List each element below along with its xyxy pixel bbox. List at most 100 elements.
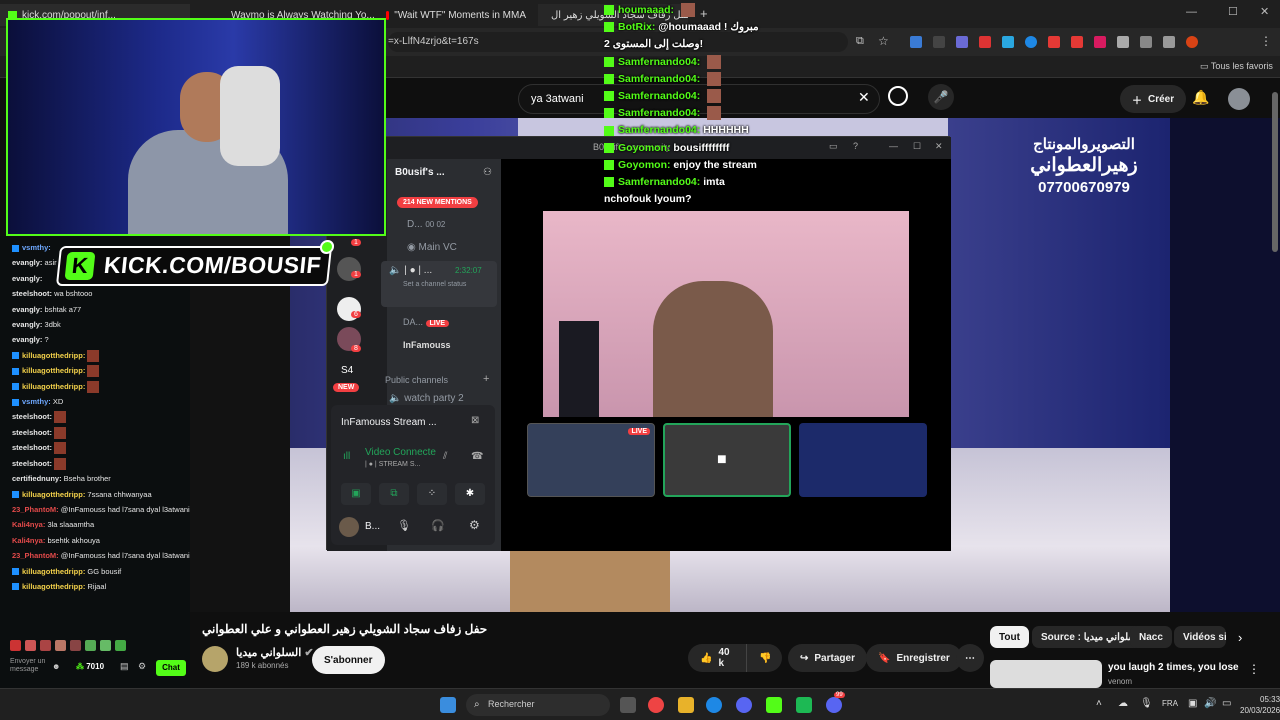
emote-icon[interactable] [70,640,81,651]
tab-mma[interactable]: "Wait WTF" Moments in MMA [378,4,534,26]
chat-username[interactable]: killuagotthedripp: [22,351,85,360]
extension-icon[interactable] [956,36,968,48]
chat-username[interactable]: certifiednuny: [12,474,62,483]
file-explorer-icon[interactable] [678,697,694,713]
chat-username[interactable]: evangly: [12,258,42,267]
discord-icon[interactable] [826,697,842,713]
favorites-folder[interactable]: ▭ Tous les favoris [1200,61,1273,72]
chat-username[interactable]: killuagotthedripp: [22,382,85,391]
page-scrollbar[interactable] [1272,92,1278,252]
settings-gear-icon[interactable]: ⚙ [469,518,480,532]
extension-icon[interactable] [1025,36,1037,48]
chat-username[interactable]: Kali4nya: [12,536,45,545]
battery-icon[interactable]: ▭ [1222,698,1231,709]
chat-username[interactable]: vsmthy: [22,397,51,406]
chat-username[interactable]: evangly: [12,320,42,329]
extension-icon[interactable] [1048,36,1060,48]
camera-button[interactable]: ▣ [341,483,371,505]
settings-gear-icon[interactable]: ⚙ [138,661,146,672]
emote-icon[interactable] [40,640,51,651]
bookmark-star-icon[interactable]: ☆ [878,34,889,48]
more-vertical-icon[interactable]: ⋮ [1248,662,1260,676]
extension-icon[interactable] [910,36,922,48]
edge-icon[interactable] [706,697,722,713]
add-member-icon[interactable]: ⚇ [483,167,492,178]
emote-icon[interactable] [55,640,66,651]
chat-username[interactable]: killuagotthedripp: [22,366,85,375]
chip-nacc[interactable]: Nacc [1130,626,1172,648]
app-icon[interactable] [796,697,812,713]
windows-start-icon[interactable] [440,697,456,713]
cast-icon[interactable]: ⧉ [856,35,864,48]
emote-icon[interactable] [85,640,96,651]
emote-icon[interactable] [100,640,111,651]
chat-input[interactable]: Envoyer un message [10,658,46,674]
close-icon[interactable]: ✕ [935,141,943,152]
chat-username[interactable]: steelshoot: [12,412,52,421]
headphones-icon[interactable]: 🎧 [431,519,445,532]
subscribe-button[interactable]: S'abonner [312,646,385,674]
chat-username[interactable]: steelshoot: [12,443,52,452]
extension-icon[interactable] [1117,36,1129,48]
suggested-thumbnail[interactable] [990,660,1102,688]
notifications-bell-icon[interactable]: 🔔 [1192,89,1209,106]
mentions-badge[interactable]: 214 NEW MENTIONS [397,197,478,208]
chat-username[interactable]: evangly: [12,335,42,344]
noise-suppression-icon[interactable]: ⫽ [443,451,447,462]
minimize-icon[interactable]: — [889,141,898,151]
channel-main-vc[interactable]: ◉ Main VC [407,242,457,253]
maximize-icon[interactable]: ☐ [1228,5,1238,18]
voice-user[interactable]: DA... LIVE [403,317,450,327]
save-button[interactable]: 🔖 Enregistrer [866,644,962,672]
inbox-icon[interactable]: ▭ [829,141,838,152]
extension-icon[interactable] [1094,36,1106,48]
clock[interactable]: 05:33 20/03/2026 [1240,694,1280,716]
chevron-right-icon[interactable]: › [1238,630,1242,645]
puzzle-icon[interactable] [1163,36,1175,48]
taskbar-search[interactable]: Rechercher [466,694,610,716]
public-channels-header[interactable]: Public channels [385,375,448,385]
stop-stream-icon[interactable]: ⊠ [471,415,479,426]
volume-icon[interactable]: 🔊 [1204,698,1216,709]
extension-icon[interactable] [979,36,991,48]
channel-name[interactable]: السلواني ميديا ✔ [236,646,314,659]
camera-off-tile[interactable]: ■ [663,423,791,497]
chat-username[interactable]: killuagotthedripp: [22,567,85,576]
chat-username[interactable]: evangly: [12,305,42,314]
chat-username[interactable]: 23_PhantoM: [12,551,59,560]
webcam-tile[interactable] [799,423,927,497]
voice-user-infamouss[interactable]: InFamouss [403,340,451,350]
like-button[interactable]: 👍 40 k [688,644,746,672]
activities-button[interactable]: ⁘ [417,483,447,505]
chat-username[interactable]: evangly: [12,274,42,283]
help-icon[interactable]: ? [853,141,858,151]
chat-username[interactable]: Kali4nya: [12,520,45,529]
share-button[interactable]: ↪ Partager [788,644,867,672]
minimize-icon[interactable]: — [1186,6,1197,18]
soundboard-button[interactable]: ✱ [455,483,485,505]
main-stream-view[interactable] [543,211,909,417]
tray-chevron-icon[interactable]: ˄ [1096,698,1102,709]
channel-item[interactable]: D... 00 02 [407,219,445,230]
server-label[interactable]: S4 [341,365,353,376]
send-chat-button[interactable]: Chat [156,660,186,676]
extension-icon[interactable] [1002,36,1014,48]
chat-username[interactable]: vsmthy: [22,243,51,252]
emote-icon[interactable] [25,640,36,651]
stream-tile[interactable]: LIVE [527,423,655,497]
emote-icon[interactable] [115,640,126,651]
chat-username[interactable]: steelshoot: [12,459,52,468]
kick-app-icon[interactable] [766,697,782,713]
account-avatar[interactable] [1228,88,1250,110]
user-avatar[interactable] [339,517,359,537]
chat-username[interactable]: steelshoot: [12,428,52,437]
cloud-icon[interactable]: ☁ [1118,698,1128,709]
clear-search-icon[interactable]: ✕ [858,89,870,106]
emoji-icon[interactable]: ☻ [52,662,60,671]
maximize-icon[interactable]: ☐ [913,141,921,152]
suggested-title[interactable]: you laugh 2 times, you lose [1108,662,1239,673]
create-button[interactable]: ＋ Créer [1120,85,1187,113]
chat-username[interactable]: 23_PhantoM: [12,505,59,514]
channel-watch-party[interactable]: 🔈 watch party 2 [389,393,464,404]
chip-all[interactable]: Tout [990,626,1029,648]
